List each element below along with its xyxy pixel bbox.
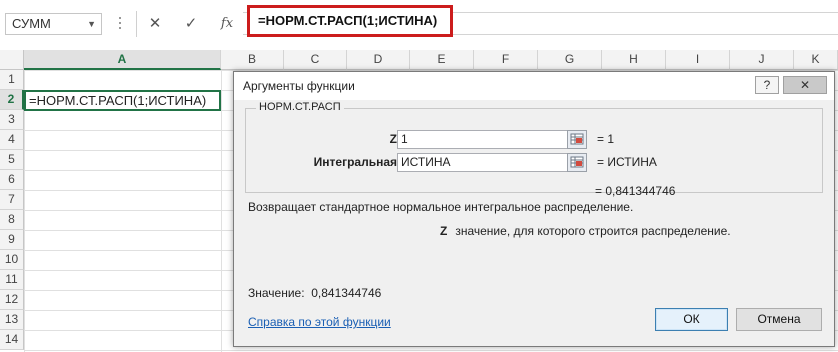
value-label: Значение: (248, 286, 305, 300)
column-header-c[interactable]: C (284, 50, 347, 70)
row-header-7[interactable]: 7 (0, 190, 24, 210)
argument-help: Zзначение, для которого строится распред… (440, 224, 731, 238)
column-header-h[interactable]: H (602, 50, 666, 70)
cancel-button[interactable]: Отмена (736, 308, 822, 331)
arg-input-integral[interactable]: ИСТИНА (397, 153, 569, 172)
row-header-4[interactable]: 4 (0, 130, 24, 150)
help-button[interactable]: ? (755, 76, 779, 94)
row-header-12[interactable]: 12 (0, 290, 24, 310)
enter-formula-button[interactable]: ✓ (178, 13, 204, 35)
arg-input-z[interactable]: 1 (397, 130, 569, 149)
range-select-icon (570, 133, 584, 145)
gridline (221, 70, 222, 352)
row-header-9[interactable]: 9 (0, 230, 24, 250)
select-all-corner[interactable] (0, 50, 24, 70)
function-help-link[interactable]: Справка по этой функции (248, 315, 391, 329)
insert-function-button[interactable]: fx (214, 13, 240, 35)
close-icon: ✕ (148, 15, 162, 32)
close-icon: ✕ (799, 78, 811, 92)
arguments-group: НОРМ.СТ.РАСП Z 1 = 1 Интегральная ИСТИНА (245, 101, 823, 193)
row-header-1[interactable]: 1 (0, 70, 24, 90)
fx-icon: fx (220, 16, 234, 31)
function-arguments-dialog: Аргументы функции ? ✕ НОРМ.СТ.РАСП Z 1 =… (233, 71, 835, 347)
row-header-3[interactable]: 3 (0, 110, 24, 130)
active-cell-a2[interactable]: =НОРМ.СТ.РАСП(1;ИСТИНА) (24, 90, 221, 111)
row-header-8[interactable]: 8 (0, 210, 24, 230)
value-line: Значение: 0,841344746 (248, 286, 381, 300)
column-header-e[interactable]: E (410, 50, 474, 70)
arg-result-z: = 1 (597, 132, 615, 146)
name-box-value: СУММ (12, 16, 51, 31)
chevron-down-icon[interactable]: ▼ (87, 14, 96, 34)
row-header-13[interactable]: 13 (0, 310, 24, 330)
close-button[interactable]: ✕ (783, 76, 827, 94)
column-header-i[interactable]: I (666, 50, 730, 70)
collapse-dialog-button[interactable] (567, 153, 587, 172)
function-description: Возвращает стандартное нормальное интегр… (248, 200, 634, 214)
column-header-j[interactable]: J (730, 50, 794, 70)
column-header-b[interactable]: B (221, 50, 284, 70)
checkmark-icon: ✓ (184, 15, 198, 32)
row-header-11[interactable]: 11 (0, 270, 24, 290)
arg-label-integral: Интегральная (313, 155, 397, 169)
divider (136, 11, 137, 37)
collapse-dialog-button[interactable] (567, 130, 587, 149)
column-header-f[interactable]: F (474, 50, 538, 70)
cancel-formula-button[interactable]: ✕ (142, 13, 168, 35)
arg-result-integral: = ИСТИНА (597, 155, 657, 169)
column-header-k[interactable]: K (794, 50, 838, 70)
formula-result: = 0,841344746 (595, 184, 676, 198)
row-header-14[interactable]: 14 (0, 330, 24, 350)
column-header-a[interactable]: A (24, 50, 221, 70)
value-result: 0,841344746 (311, 286, 382, 300)
ok-button[interactable]: ОК (655, 308, 728, 331)
range-select-icon (570, 156, 584, 168)
argument-help-text: значение, для которого строится распреде… (455, 224, 731, 238)
formula-input[interactable]: =НОРМ.СТ.РАСП(1;ИСТИНА) (247, 5, 453, 37)
grip-icon (118, 14, 122, 32)
arg-label-z: Z (389, 132, 397, 146)
row-header-2[interactable]: 2 (0, 90, 24, 110)
dialog-title: Аргументы функции (243, 79, 355, 93)
name-box[interactable]: СУММ ▼ (5, 13, 102, 35)
row-header-10[interactable]: 10 (0, 250, 24, 270)
dialog-titlebar[interactable]: Аргументы функции ? ✕ (234, 72, 834, 100)
column-header-d[interactable]: D (347, 50, 410, 70)
question-icon: ? (763, 78, 771, 92)
column-header-g[interactable]: G (538, 50, 602, 70)
argument-help-name: Z (440, 224, 448, 238)
row-header-6[interactable]: 6 (0, 170, 24, 190)
function-name: НОРМ.СТ.РАСП (256, 101, 344, 113)
row-header-5[interactable]: 5 (0, 150, 24, 170)
formula-bar: СУММ ▼ ✕ ✓ fx =НОРМ.СТ.РАСП(1;ИСТИНА) (0, 0, 838, 46)
